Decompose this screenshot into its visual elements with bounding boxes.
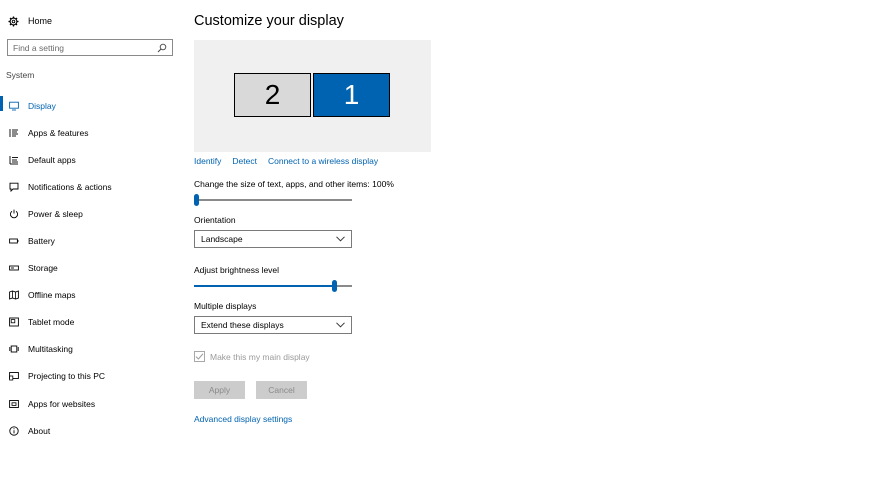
slider-fill: [194, 285, 335, 287]
notification-icon: [9, 182, 19, 192]
battery-icon: [9, 238, 19, 244]
sidebar-item-label: Display: [28, 100, 56, 111]
info-icon: [9, 426, 19, 436]
apps-list-icon: [9, 128, 18, 137]
multiple-displays-value: Extend these displays: [201, 320, 284, 330]
search-input[interactable]: [13, 42, 157, 53]
display-preview: 2 1: [194, 40, 431, 152]
sidebar-item-about[interactable]: About: [0, 417, 180, 444]
connect-wireless-link[interactable]: Connect to a wireless display: [268, 156, 378, 166]
sidebar-item-battery[interactable]: Battery: [0, 227, 180, 254]
slider-thumb[interactable]: [194, 194, 199, 206]
tablet-icon: [9, 317, 19, 327]
main-display-label: Make this my main display: [210, 351, 310, 362]
sidebar-item-offline-maps[interactable]: Offline maps: [0, 282, 180, 309]
brightness-slider[interactable]: [194, 279, 352, 293]
sidebar-item-label: Battery: [28, 236, 55, 247]
sidebar-item-label: Apps & features: [28, 127, 89, 138]
main-display-option: Make this my main display: [194, 351, 310, 362]
sidebar-item-label: Storage: [28, 263, 58, 274]
sidebar-item-apps-websites[interactable]: Apps for websites: [0, 390, 180, 417]
identify-link[interactable]: Identify: [194, 156, 221, 166]
sidebar-item-label: Projecting to this PC: [28, 371, 106, 382]
multiple-displays-label: Multiple displays: [194, 301, 257, 311]
sidebar-item-power-sleep[interactable]: Power & sleep: [0, 200, 180, 227]
orientation-dropdown[interactable]: Landscape: [194, 230, 352, 248]
monitor-number: 2: [264, 79, 281, 110]
home-nav-item[interactable]: Home: [8, 13, 52, 29]
sidebar: Home System Display Apps & fea: [0, 0, 180, 500]
orientation-label: Orientation: [194, 215, 236, 225]
cancel-button[interactable]: Cancel: [256, 381, 307, 399]
sidebar-item-label: Power & sleep: [28, 208, 83, 219]
chevron-down-icon: [336, 322, 345, 328]
orientation-value: Landscape: [201, 234, 243, 244]
advanced-display-settings-link[interactable]: Advanced display settings: [194, 414, 292, 424]
sidebar-item-label: Notifications & actions: [28, 181, 112, 192]
search-box[interactable]: [7, 39, 173, 56]
sidebar-item-label: Apps for websites: [28, 398, 96, 409]
projecting-icon: [9, 372, 19, 381]
slider-track: [194, 199, 352, 201]
scale-label: Change the size of text, apps, and other…: [194, 179, 394, 189]
sidebar-item-projecting[interactable]: Projecting to this PC: [0, 363, 180, 390]
sidebar-item-storage[interactable]: Storage: [0, 255, 180, 282]
multiple-displays-dropdown[interactable]: Extend these displays: [194, 316, 352, 334]
sidebar-nav: Display Apps & features Default apps Not…: [0, 92, 180, 444]
monitor-icon: [9, 101, 19, 110]
home-label: Home: [28, 16, 53, 26]
sidebar-item-label: Default apps: [28, 154, 76, 165]
page-title: Customize your display: [194, 13, 344, 29]
main-display-checkbox[interactable]: [194, 351, 205, 362]
sidebar-item-multitasking[interactable]: Multitasking: [0, 336, 180, 363]
sidebar-item-display[interactable]: Display: [0, 92, 180, 119]
section-label-system: System: [6, 70, 35, 80]
display-links: Identify Detect Connect to a wireless di…: [194, 156, 378, 166]
monitor-2-tile[interactable]: 2: [234, 73, 311, 117]
monitor-number: 1: [343, 79, 360, 110]
sidebar-item-notifications[interactable]: Notifications & actions: [0, 173, 180, 200]
search-icon[interactable]: [157, 43, 167, 53]
apply-button[interactable]: Apply: [194, 381, 245, 399]
storage-icon: [9, 265, 19, 271]
brightness-label: Adjust brightness level: [194, 265, 280, 275]
slider-thumb[interactable]: [331, 280, 337, 292]
default-apps-icon: [9, 155, 18, 165]
sidebar-item-default-apps[interactable]: Default apps: [0, 146, 180, 173]
checkmark-icon: [195, 353, 204, 360]
sidebar-item-label: Multitasking: [28, 344, 73, 355]
sidebar-item-label: About: [28, 425, 51, 436]
multitasking-icon: [9, 345, 19, 353]
scale-slider[interactable]: [194, 193, 352, 207]
power-icon: [9, 209, 19, 219]
monitor-1-tile[interactable]: 1: [313, 73, 390, 117]
gear-icon: [8, 16, 19, 26]
sidebar-item-label: Tablet mode: [28, 317, 75, 328]
apps-websites-icon: [9, 399, 19, 408]
sidebar-item-label: Offline maps: [28, 290, 76, 301]
main-content: Customize your display 2 1 Identify Dete…: [194, 0, 854, 500]
sidebar-item-apps-features[interactable]: Apps & features: [0, 119, 180, 146]
sidebar-item-tablet-mode[interactable]: Tablet mode: [0, 309, 180, 336]
map-icon: [9, 290, 19, 300]
chevron-down-icon: [336, 236, 345, 242]
detect-link[interactable]: Detect: [232, 156, 257, 166]
